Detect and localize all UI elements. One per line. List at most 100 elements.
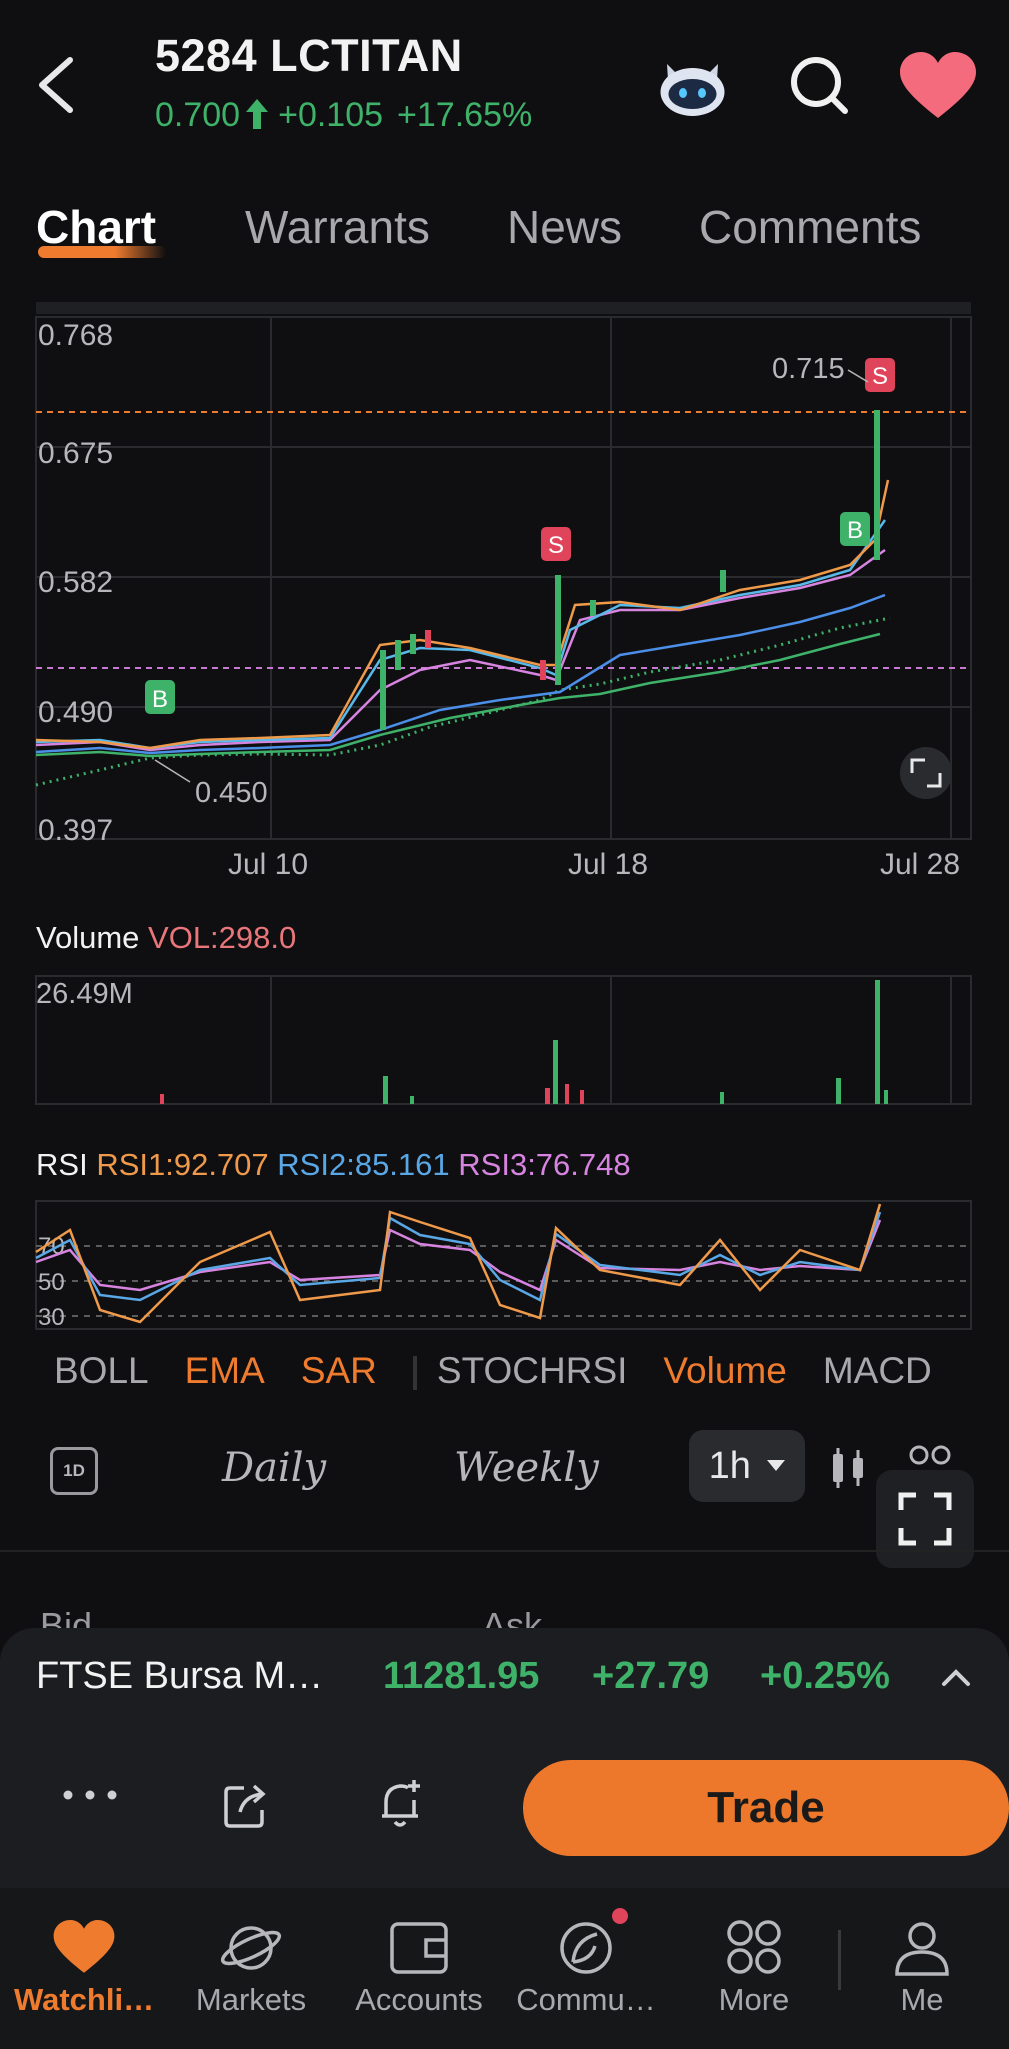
index-name[interactable]: FTSE Bursa M…	[36, 1655, 323, 1698]
price-chart[interactable]: 0.768 0.675 0.582 0.490 0.397 Jul 10 Jul…	[0, 280, 1009, 880]
trade-button[interactable]: Trade	[523, 1760, 1009, 1856]
caret-down-icon	[767, 1460, 786, 1471]
y-tick-label: 0.675	[38, 437, 113, 470]
period-weekly[interactable]: Weekly	[454, 1445, 599, 1491]
price-alert-button[interactable]	[376, 1776, 426, 1830]
volume-bars	[160, 980, 888, 1104]
price-change-pct: +17.65%	[397, 96, 533, 134]
svg-text:S: S	[548, 532, 564, 559]
period-selected: 1h	[708, 1445, 751, 1487]
tab-active-indicator	[38, 246, 166, 258]
period-daily[interactable]: Daily	[222, 1445, 326, 1491]
rsi2-line	[35, 1211, 882, 1302]
chart-style-button[interactable]	[828, 1446, 868, 1490]
rsi-level-label: 50	[38, 1269, 65, 1296]
y-tick-label: 0.582	[38, 566, 113, 599]
chevron-left-icon	[39, 57, 73, 113]
ai-assistant-button[interactable]	[655, 50, 730, 120]
share-icon	[224, 1784, 266, 1828]
nav-label: Watchli…	[14, 1982, 155, 2017]
volume-title: Volume	[36, 920, 140, 955]
fullscreen-button[interactable]	[876, 1470, 974, 1568]
indicator-selector: BOLL EMA SAR STOCHRSI Volume MACD	[54, 1350, 968, 1392]
index-change: +27.79	[592, 1655, 710, 1697]
volume-max-label: 26.49M	[36, 978, 133, 1010]
rsi2-value: RSI2:85.161	[277, 1147, 450, 1182]
fullscreen-icon	[898, 1492, 952, 1546]
indicator-divider	[412, 1356, 417, 1391]
nav-label: Markets	[195, 1982, 307, 2017]
volume-header: Volume VOL:298.0	[36, 920, 296, 956]
y-tick-label: 0.397	[38, 814, 113, 847]
low-price-label: 0.450	[195, 777, 268, 809]
nav-more[interactable]: More	[684, 1920, 824, 2018]
svg-text:S: S	[872, 363, 888, 390]
more-dots-icon	[63, 1790, 117, 1800]
tab-comments[interactable]: Comments	[699, 200, 921, 254]
period-dropdown[interactable]: 1h	[689, 1430, 805, 1502]
index-price: 11281.95	[383, 1655, 540, 1697]
candles	[380, 410, 880, 730]
person-icon	[895, 1922, 949, 1976]
more-actions-button[interactable]	[60, 1780, 120, 1810]
period-1d-button[interactable]: 1D	[50, 1447, 98, 1495]
community-icon	[560, 1922, 612, 1974]
nav-label: Me	[900, 1982, 944, 2017]
ema-line-blue	[35, 593, 886, 755]
nav-markets[interactable]: Markets	[181, 1920, 321, 2018]
rsi-title: RSI	[36, 1147, 88, 1182]
rsi-chart[interactable]: 70 50 30	[0, 1196, 1009, 1336]
rsi1-line	[35, 1203, 882, 1324]
chevron-up-icon	[942, 1669, 970, 1686]
grid-icon	[727, 1920, 781, 1974]
y-tick-label: 0.768	[38, 319, 113, 352]
wallet-icon	[390, 1922, 448, 1974]
back-button[interactable]	[30, 50, 90, 120]
expand-chart-button[interactable]	[900, 747, 952, 799]
share-button[interactable]	[220, 1780, 270, 1830]
svg-text:B: B	[847, 517, 863, 544]
nav-label: More	[718, 1982, 790, 2017]
rsi1-value: RSI1:92.707	[96, 1147, 269, 1182]
volume-chart[interactable]: 26.49M	[0, 970, 1009, 1110]
indicator-volume[interactable]: Volume	[663, 1350, 786, 1391]
sell-signal-marker: S	[865, 358, 895, 392]
rsi3-value: RSI3:76.748	[458, 1147, 631, 1182]
index-change-pct: +0.25%	[760, 1655, 890, 1697]
nav-watchlist[interactable]: Watchli…	[14, 1920, 154, 2018]
rsi3-line	[35, 1219, 882, 1292]
tab-news[interactable]: News	[507, 200, 622, 254]
x-tick-label: Jul 28	[880, 848, 960, 880]
search-icon	[791, 57, 848, 114]
last-price: 0.700	[155, 96, 241, 134]
index-expand-button[interactable]	[938, 1660, 974, 1696]
indicator-boll[interactable]: BOLL	[54, 1350, 149, 1391]
robot-icon	[660, 64, 725, 116]
svg-text:B: B	[152, 686, 168, 713]
search-button[interactable]	[785, 50, 855, 120]
chart-top-handle	[36, 302, 971, 314]
indicator-sar[interactable]: SAR	[301, 1350, 377, 1391]
price-change: +0.105	[278, 96, 384, 134]
tab-warrants[interactable]: Warrants	[245, 200, 430, 254]
high-price-label: 0.715	[772, 353, 845, 385]
indicator-macd[interactable]: MACD	[823, 1350, 932, 1391]
arrow-up-icon	[246, 99, 269, 129]
y-tick-label: 0.490	[38, 696, 113, 729]
volume-value: VOL:298.0	[148, 920, 297, 955]
heart-icon	[53, 1920, 115, 1973]
rsi-header: RSI RSI1:92.707 RSI2:85.161 RSI3:76.748	[36, 1147, 631, 1183]
candlestick-icon	[833, 1448, 863, 1488]
nav-label: Accounts	[355, 1982, 483, 2017]
chart-gridlines	[36, 317, 971, 839]
nav-community[interactable]: Commu…	[516, 1920, 656, 2018]
buy-signal-marker: B	[840, 512, 870, 546]
nav-me[interactable]: Me	[852, 1920, 992, 2018]
indicator-stochrsi[interactable]: STOCHRSI	[437, 1350, 628, 1391]
indicator-ema[interactable]: EMA	[185, 1350, 265, 1391]
favorite-button[interactable]	[898, 52, 978, 122]
nav-divider	[838, 1930, 841, 1990]
nav-accounts[interactable]: Accounts	[349, 1920, 489, 2018]
heart-icon	[900, 52, 976, 118]
section-divider	[0, 1550, 1009, 1552]
